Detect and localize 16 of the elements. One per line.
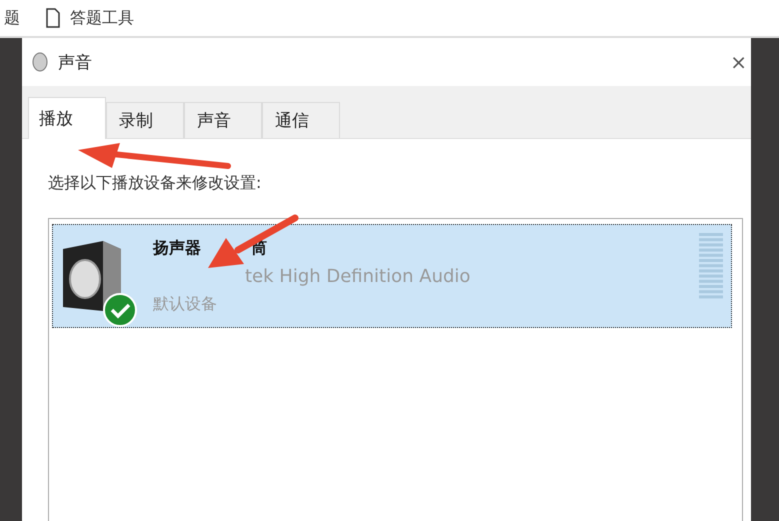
toolbar-label[interactable]: 题 <box>4 8 20 28</box>
instruction-text: 选择以下播放设备来修改设置: <box>48 173 262 194</box>
speaker-icon <box>32 52 48 72</box>
tab[interactable]: 播放 <box>28 97 106 139</box>
tab[interactable]: 录制 <box>106 102 184 138</box>
document-icon <box>46 8 60 28</box>
device-description: tek High Definition Audio <box>244 266 470 286</box>
device-name: 扬声器 <box>153 238 201 258</box>
window-title: 声音 <box>58 52 92 74</box>
level-meter-icon <box>699 233 723 301</box>
tab[interactable]: 声音 <box>184 102 262 138</box>
tab[interactable]: 通信 <box>262 102 340 138</box>
speaker-icon <box>61 239 123 311</box>
close-button[interactable]: × <box>730 50 747 74</box>
device-status: 默认设备 <box>153 294 218 314</box>
toolbar-label[interactable]: 答题工具 <box>70 8 134 28</box>
